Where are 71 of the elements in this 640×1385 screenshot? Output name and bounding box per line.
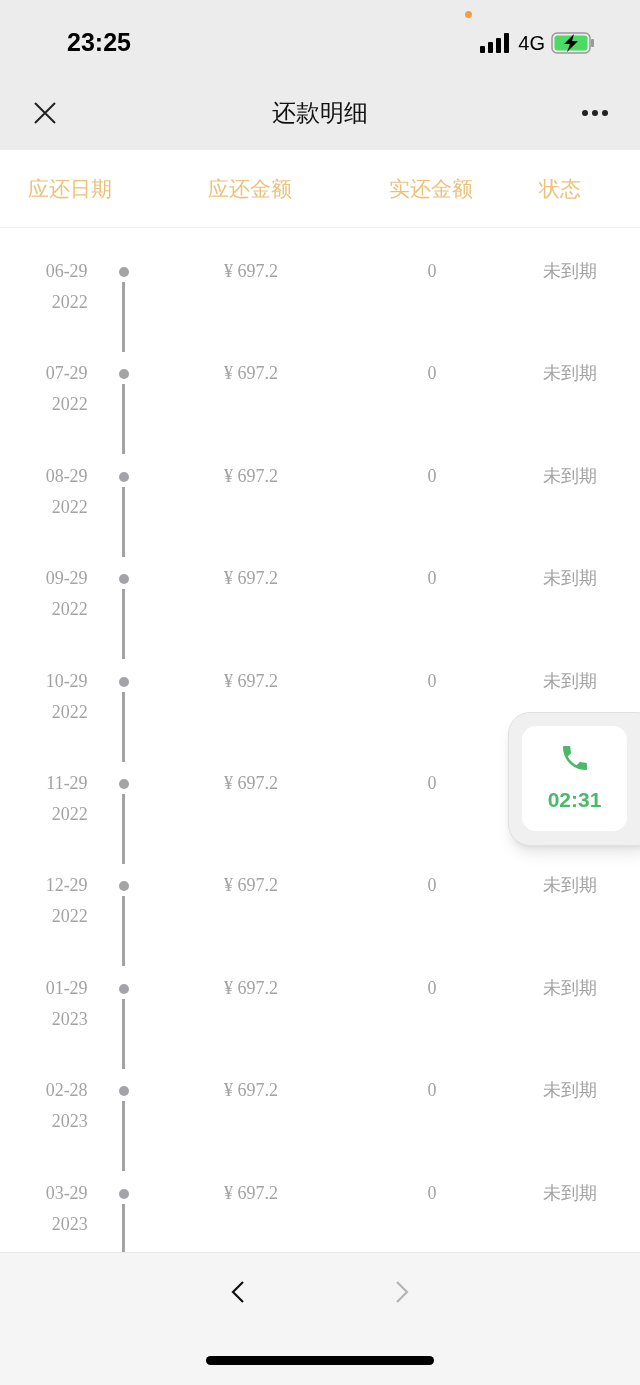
due-date: 08-29 — [45, 464, 88, 488]
due-year: 2022 — [51, 393, 88, 417]
due-date: 07-29 — [45, 362, 88, 386]
paid-amount: 0 — [427, 1080, 437, 1101]
paid-amount: 0 — [427, 568, 437, 589]
timeline-line — [122, 896, 126, 967]
due-amount: ¥ 697.2 — [224, 1182, 278, 1203]
status-text: 未到期 — [543, 363, 597, 384]
due-date: 01-29 — [45, 976, 88, 1000]
timeline-line — [122, 793, 126, 864]
paid-amount: 0 — [427, 977, 437, 998]
due-year: 2022 — [51, 291, 88, 314]
due-amount: ¥ 697.2 — [224, 977, 278, 998]
due-amount: ¥ 697.2 — [224, 670, 278, 691]
due-amount: ¥ 697.2 — [224, 568, 278, 589]
due-amount: ¥ 697.2 — [224, 1080, 278, 1101]
status-text: 未到期 — [543, 261, 597, 281]
status-text: 未到期 — [543, 670, 597, 691]
timeline-line — [122, 486, 126, 557]
more-icon — [581, 108, 609, 117]
due-date: 11-29 — [46, 771, 88, 795]
status-text: 未到期 — [543, 977, 597, 998]
paid-amount: 0 — [427, 670, 437, 691]
due-year: 2022 — [51, 495, 88, 519]
status-time: 23:25 — [67, 26, 131, 58]
column-header: 实还金额 — [389, 176, 473, 200]
status-text: 未到期 — [543, 1080, 597, 1101]
due-year: 2022 — [51, 802, 88, 826]
battery-charging-icon — [551, 31, 595, 54]
paid-amount: 0 — [427, 1182, 437, 1203]
column-header: 应还日期 — [27, 176, 112, 200]
due-year: 2023 — [51, 1007, 88, 1031]
due-date: 02-28 — [45, 1079, 88, 1103]
close-icon — [33, 100, 57, 125]
due-year: 2022 — [51, 700, 88, 724]
status-text: 未到期 — [543, 465, 597, 486]
due-amount: ¥ 697.2 — [224, 875, 278, 896]
due-year: 2022 — [51, 598, 88, 622]
due-year: 2023 — [51, 1110, 88, 1134]
due-amount: ¥ 697.2 — [224, 772, 278, 793]
call-bubble[interactable]: 02:31 — [508, 712, 640, 846]
paid-amount: 0 — [427, 465, 437, 486]
timeline-line — [122, 691, 126, 762]
due-date: 06-29 — [45, 260, 88, 283]
timeline-line — [122, 589, 126, 660]
column-header: 状态 — [539, 176, 581, 200]
page-title: 还款明细 — [272, 97, 368, 128]
paid-amount: 0 — [427, 261, 437, 281]
status-text: 未到期 — [543, 568, 597, 589]
due-year: 2022 — [51, 905, 88, 929]
status-text: 未到期 — [543, 875, 597, 896]
paid-amount: 0 — [427, 772, 437, 793]
timeline-line — [122, 384, 126, 455]
timeline-line — [122, 282, 126, 352]
due-amount: ¥ 697.2 — [224, 261, 278, 281]
due-date: 03-29 — [45, 1181, 88, 1205]
due-date: 09-29 — [45, 567, 88, 591]
paid-amount: 0 — [427, 875, 437, 896]
paid-amount: 0 — [427, 363, 437, 384]
timeline-line — [122, 1203, 126, 1252]
due-date: 12-29 — [45, 874, 88, 898]
timeline-line — [122, 998, 126, 1069]
due-amount: ¥ 697.2 — [224, 363, 278, 384]
due-year: 2023 — [51, 1212, 88, 1236]
due-date: 10-29 — [45, 669, 88, 693]
network-label: 4G — [518, 30, 545, 56]
timeline-line — [122, 1101, 126, 1172]
call-duration: 02:31 — [547, 786, 602, 813]
status-text: 未到期 — [543, 1182, 597, 1203]
due-amount: ¥ 697.2 — [224, 465, 278, 486]
column-header: 应还金额 — [208, 176, 292, 200]
